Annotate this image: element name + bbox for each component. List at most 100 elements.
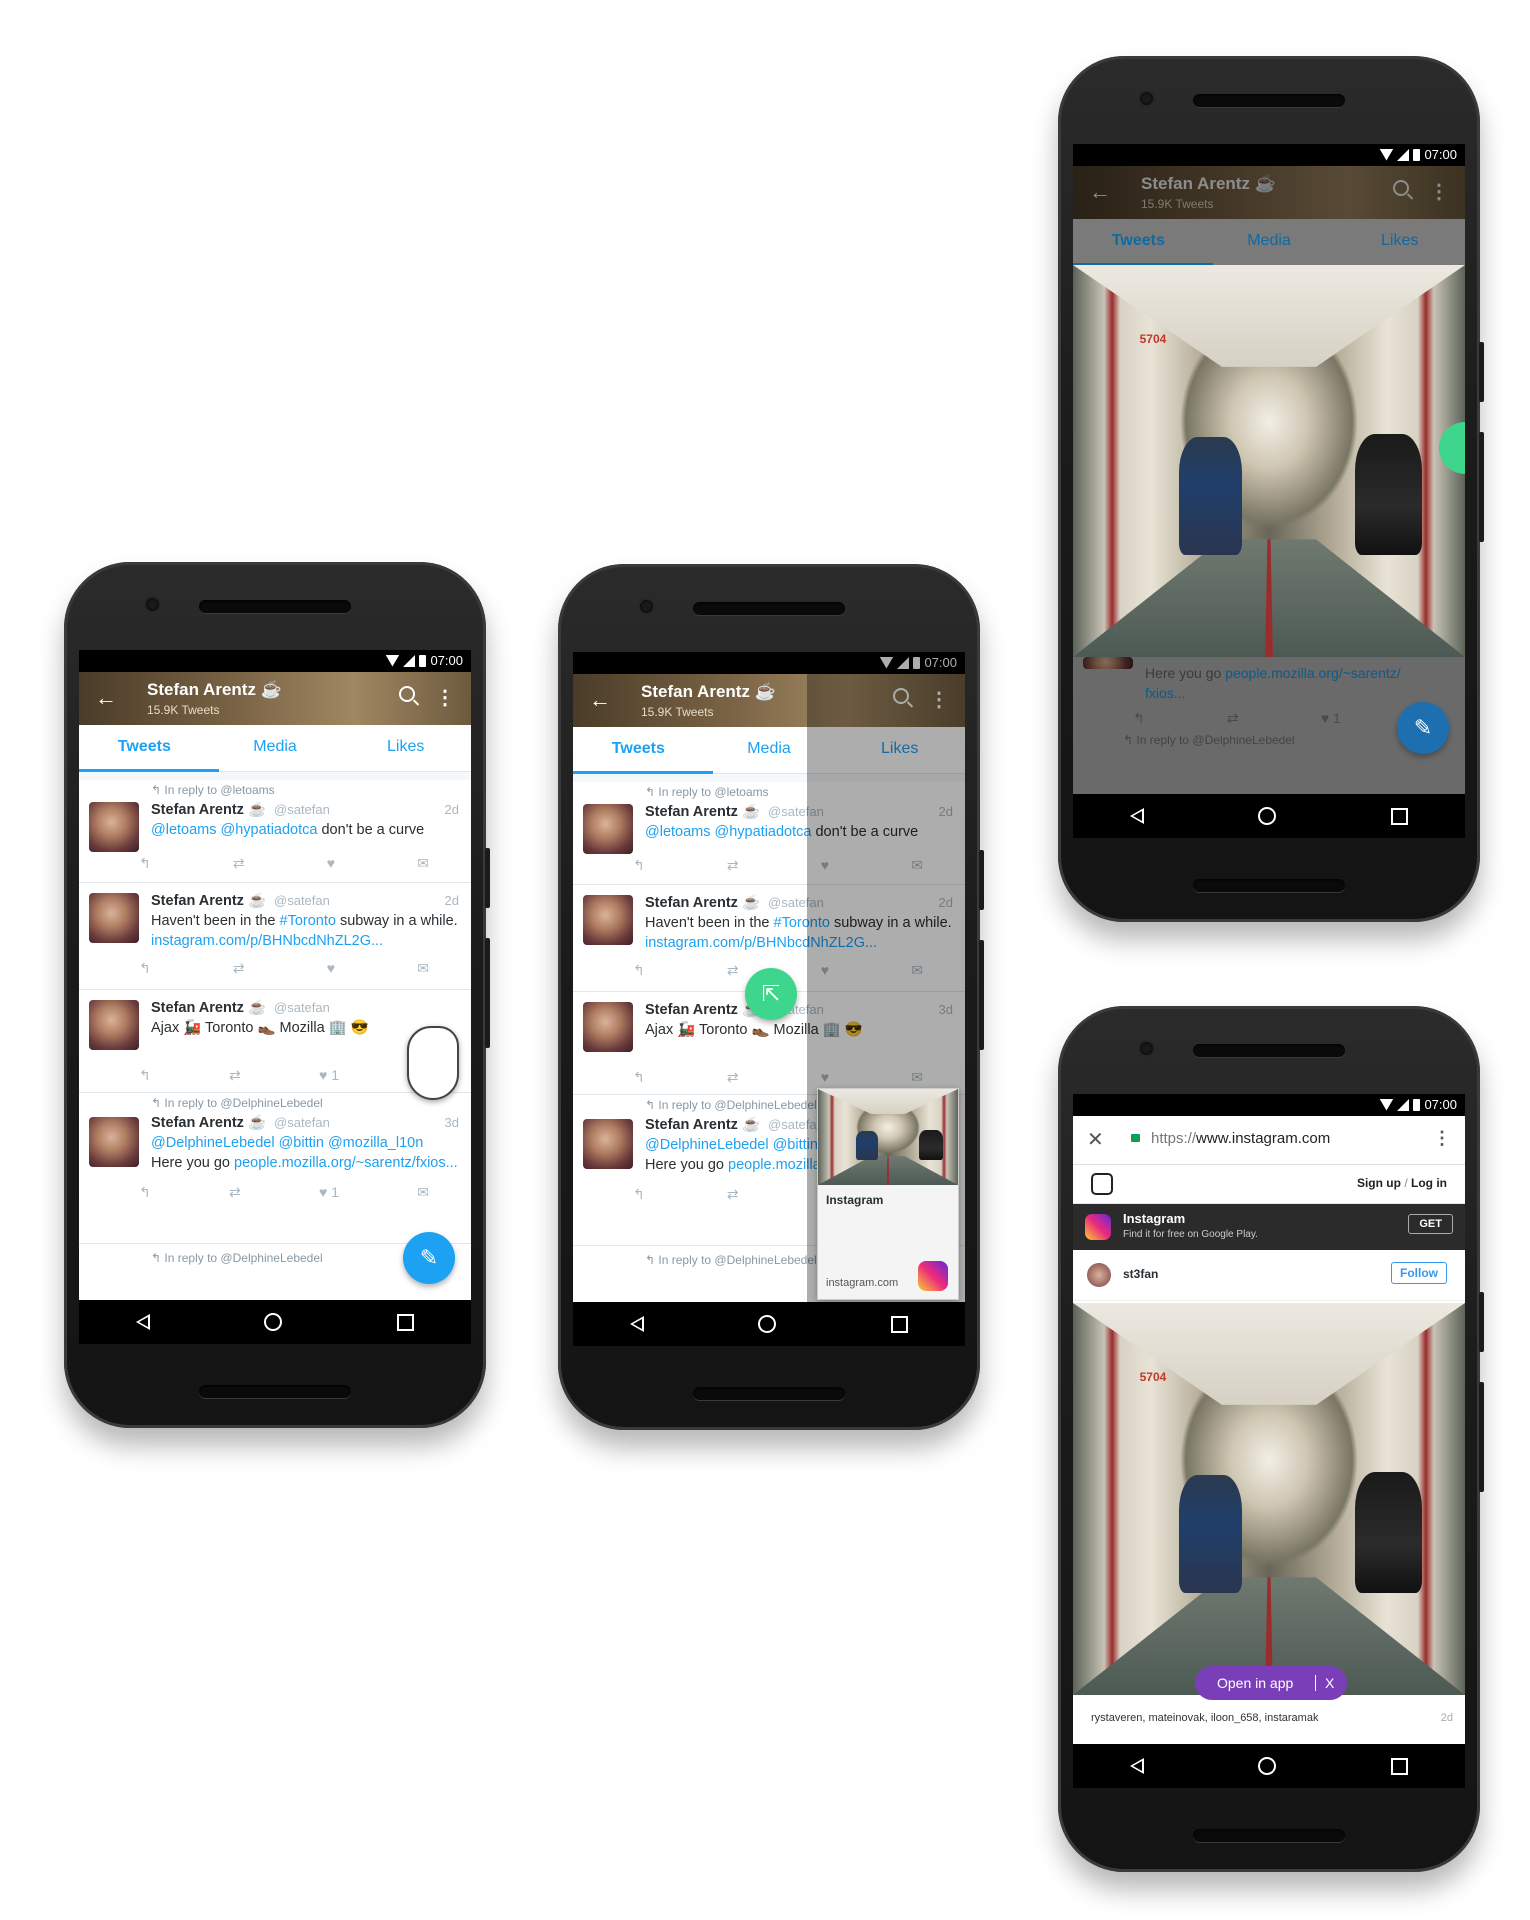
- search-icon[interactable]: [399, 686, 415, 702]
- reply-icon[interactable]: ↰: [139, 1067, 151, 1084]
- url-bar[interactable]: https://www.instagram.com: [1151, 1130, 1330, 1147]
- people-link[interactable]: people.mozilla.org/~sarentz/fxios...: [234, 1155, 458, 1171]
- tab-media[interactable]: Media: [210, 725, 341, 771]
- avatar[interactable]: [583, 1119, 633, 1169]
- nav-recents-icon[interactable]: [396, 1313, 414, 1331]
- tweet-author[interactable]: Stefan Arentz ☕: [151, 802, 266, 818]
- tab-likes[interactable]: Likes: [1334, 219, 1465, 265]
- back-arrow-icon[interactable]: ←: [1089, 179, 1111, 205]
- tweet-author[interactable]: Stefan Arentz ☕: [645, 1002, 760, 1018]
- tweet-author[interactable]: Stefan Arentz ☕: [645, 895, 760, 911]
- avatar[interactable]: [583, 895, 633, 945]
- status-bar: 07:00: [1073, 1094, 1465, 1116]
- sign-up-link[interactable]: Sign up: [1357, 1176, 1401, 1190]
- nav-home-icon[interactable]: [758, 1315, 777, 1333]
- reply-icon[interactable]: ↰: [633, 962, 645, 979]
- nav-recents-icon[interactable]: [890, 1315, 908, 1333]
- avatar[interactable]: [89, 802, 139, 852]
- tab-tweets[interactable]: Tweets: [1073, 219, 1204, 265]
- back-arrow-icon[interactable]: ←: [95, 685, 117, 711]
- tab-media[interactable]: Media: [1204, 219, 1335, 265]
- nav-back-icon[interactable]: [630, 1316, 645, 1332]
- overflow-menu-icon[interactable]: ⋮: [435, 685, 455, 710]
- retweet-icon[interactable]: ⇄: [727, 1186, 739, 1203]
- reply-icon[interactable]: ↰: [633, 1186, 645, 1203]
- nav-home-icon[interactable]: [1258, 1757, 1277, 1775]
- hashtag-link[interactable]: #Toronto: [280, 913, 336, 929]
- post-username[interactable]: st3fan: [1123, 1267, 1158, 1281]
- nav-home-icon[interactable]: [264, 1313, 283, 1331]
- reply-icon[interactable]: ↰: [139, 1184, 151, 1201]
- avatar[interactable]: [583, 804, 633, 854]
- like-icon[interactable]: ♥ 1: [319, 1067, 339, 1083]
- instagram-photo[interactable]: 5704: [1073, 265, 1465, 657]
- wifi-icon: [385, 654, 400, 667]
- banner-app-name: Instagram: [1123, 1211, 1186, 1226]
- reply-icon[interactable]: ↰: [139, 960, 151, 977]
- tweet-mentions[interactable]: @letoams @hypatiadotca: [151, 822, 317, 838]
- retweet-icon[interactable]: ⇄: [727, 857, 739, 874]
- nav-home-icon[interactable]: [1258, 807, 1277, 825]
- reply-icon[interactable]: ↰: [139, 855, 151, 872]
- people-link-cont: fxios...: [1145, 685, 1186, 701]
- tweet-author[interactable]: Stefan Arentz ☕: [151, 1115, 266, 1131]
- tweet-card[interactable]: 2d Stefan Arentz ☕ @satefan Haven't been …: [79, 883, 471, 990]
- avatar[interactable]: [89, 893, 139, 943]
- dismiss-pill-button[interactable]: X: [1325, 1666, 1334, 1700]
- back-arrow-icon[interactable]: ←: [589, 687, 611, 713]
- like-icon[interactable]: ♥ 1: [319, 1184, 339, 1200]
- nav-back-icon[interactable]: [1130, 808, 1145, 824]
- compose-tweet-button[interactable]: ✎: [1397, 702, 1449, 754]
- nav-recents-icon[interactable]: [1390, 807, 1408, 825]
- car-number: 5704: [1139, 1369, 1167, 1384]
- retweet-icon[interactable]: ⇄: [727, 962, 739, 979]
- instagram-camera-icon[interactable]: [1091, 1173, 1113, 1195]
- log-in-link[interactable]: Log in: [1411, 1176, 1447, 1190]
- reply-icon: ↰: [1133, 709, 1145, 726]
- close-icon[interactable]: ✕: [1087, 1127, 1104, 1152]
- reply-icon[interactable]: ↰: [633, 857, 645, 874]
- follow-button[interactable]: Follow: [1391, 1262, 1447, 1284]
- retweet-icon[interactable]: ⇄: [229, 1184, 241, 1201]
- retweet-icon[interactable]: ⇄: [233, 855, 245, 872]
- battery-icon: [1413, 148, 1421, 161]
- tweet-mentions[interactable]: @letoams @hypatiadotca: [645, 824, 811, 840]
- instagram-link[interactable]: instagram.com/p/BHNbcdNhZL2G...: [151, 933, 383, 949]
- tweet-author[interactable]: Stefan Arentz ☕: [645, 1117, 760, 1133]
- nav-back-icon[interactable]: [136, 1314, 151, 1330]
- like-icon[interactable]: ♥: [327, 855, 335, 871]
- tweet-author[interactable]: Stefan Arentz ☕: [151, 1000, 266, 1016]
- overflow-menu-icon[interactable]: ⋮: [1433, 1128, 1451, 1149]
- dm-icon[interactable]: ✉: [417, 855, 429, 872]
- link-preview-card[interactable]: Instagram instagram.com: [817, 1088, 959, 1300]
- tweet-mentions[interactable]: @DelphineLebedel @bittin @mozilla_l10n: [151, 1135, 423, 1151]
- user-avatar[interactable]: [1087, 1263, 1111, 1287]
- avatar[interactable]: [89, 1000, 139, 1050]
- retweet-icon[interactable]: ⇄: [727, 1069, 739, 1086]
- dm-icon[interactable]: ✉: [417, 960, 429, 977]
- search-icon[interactable]: [1393, 180, 1409, 196]
- nav-back-icon[interactable]: [1130, 1758, 1145, 1774]
- tweet-author[interactable]: Stefan Arentz ☕: [151, 893, 266, 909]
- tab-tweets[interactable]: Tweets: [79, 725, 210, 771]
- open-in-app-button[interactable]: Open in app: [1217, 1666, 1293, 1700]
- tweet-card[interactable]: ↰ In reply to @DelphineLebedel 3d Stefan…: [79, 1093, 471, 1244]
- nav-recents-icon[interactable]: [1390, 1757, 1408, 1775]
- overflow-menu-icon[interactable]: ⋮: [1429, 179, 1449, 204]
- tab-likes[interactable]: Likes: [340, 725, 471, 771]
- avatar[interactable]: [583, 1002, 633, 1052]
- compose-tweet-button[interactable]: ✎: [403, 1232, 455, 1284]
- retweet-icon[interactable]: ⇄: [229, 1067, 241, 1084]
- avatar[interactable]: [89, 1117, 139, 1167]
- tab-tweets[interactable]: Tweets: [573, 727, 704, 773]
- get-app-button[interactable]: GET: [1408, 1214, 1453, 1234]
- open-link-button[interactable]: ⇱: [745, 968, 797, 1020]
- like-icon[interactable]: ♥: [327, 960, 335, 976]
- retweet-icon[interactable]: ⇄: [233, 960, 245, 977]
- dm-icon[interactable]: ✉: [417, 1184, 429, 1201]
- tweet-card[interactable]: ↰ In reply to @letoams 2d Stefan Arentz …: [79, 780, 471, 883]
- likers[interactable]: rystaveren, mateinovak, iloon_658, insta…: [1091, 1712, 1318, 1724]
- tweet-author[interactable]: Stefan Arentz ☕: [645, 804, 760, 820]
- reply-icon[interactable]: ↰: [633, 1069, 645, 1086]
- instagram-photo[interactable]: 5704: [1073, 1303, 1465, 1695]
